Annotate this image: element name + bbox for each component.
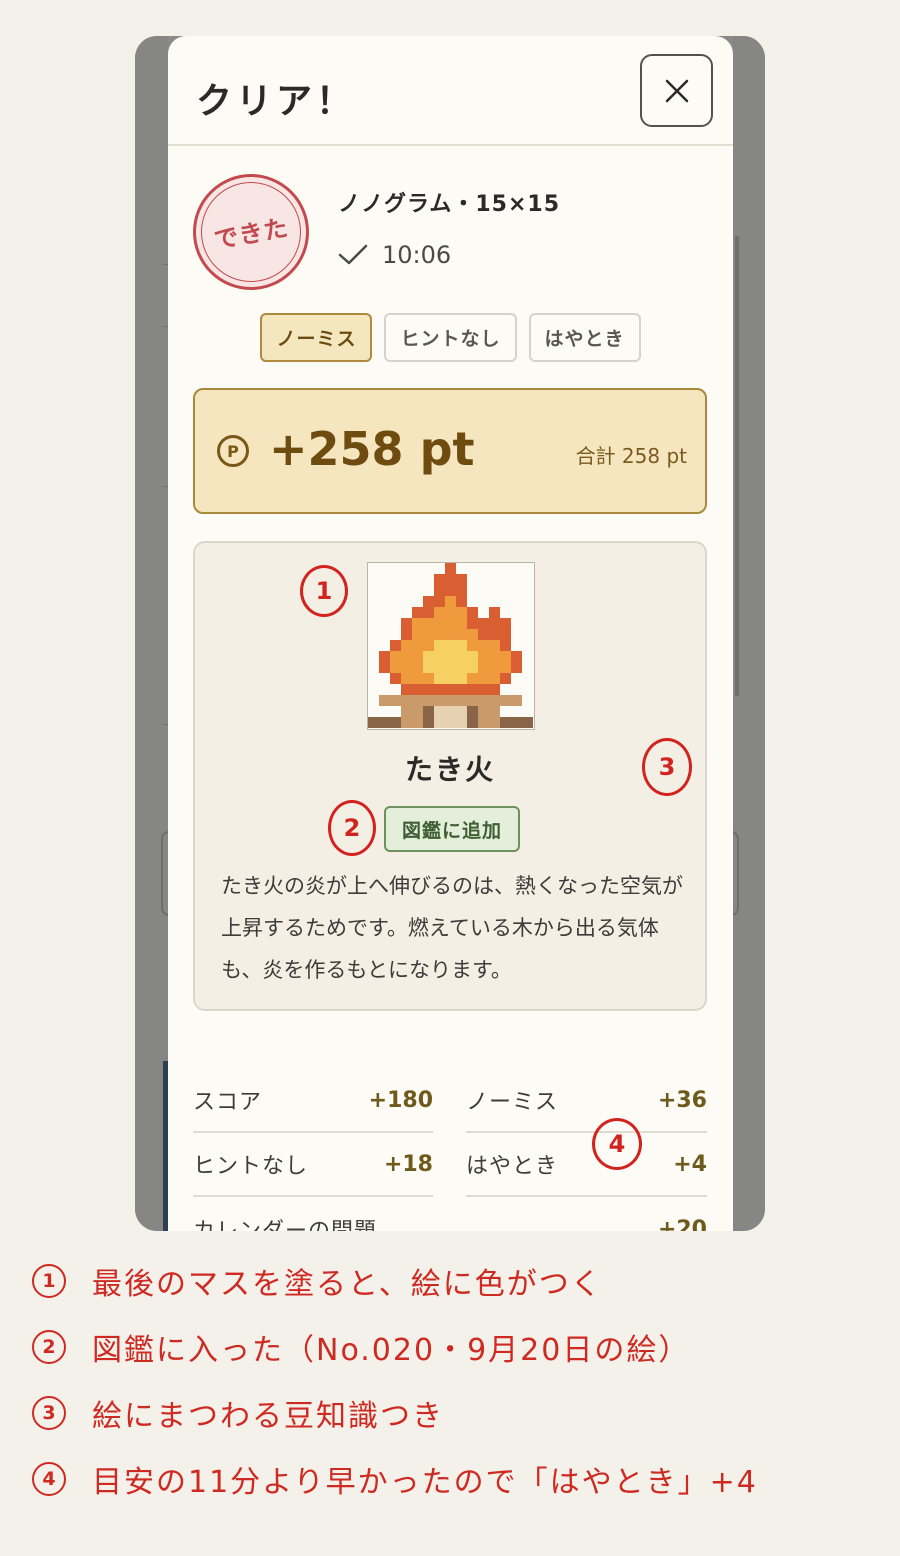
clear-time: 10:06	[338, 241, 451, 269]
score-row: ヒントなし +18	[193, 1133, 433, 1197]
result-modal: クリア！ できた ノノグラム・15×15 10:06 ノーミス ヒントなし はや…	[168, 36, 733, 1231]
trivia-text: たき火の炎が上へ伸びるのは、熱くなった空気が上昇するためです。燃えている木から出…	[221, 874, 683, 982]
note-text: 最後のマスを塗ると、絵に色がつく	[92, 1267, 603, 1302]
header-divider	[168, 144, 733, 146]
score-row-label: ヒントなし	[193, 1154, 309, 1179]
close-icon	[665, 79, 688, 102]
score-row: スコア +180	[193, 1069, 433, 1133]
picture-name: たき火	[404, 753, 495, 786]
stamp-text: できた	[212, 213, 291, 255]
pixel-art-bonfire	[367, 562, 535, 730]
note-number: 1	[32, 1264, 66, 1298]
note-number: 3	[32, 1396, 66, 1430]
score-row: はやとき +4	[466, 1133, 707, 1197]
note-text: 図鑑に入った（No.020・9月20日の絵）	[92, 1333, 691, 1368]
annotation-marker-4: 4	[592, 1118, 642, 1170]
score-row: ノーミス +36	[466, 1069, 707, 1133]
points-total: 合計 258 pt	[575, 444, 687, 468]
points-gained: +258 pt	[269, 422, 475, 476]
score-row-label: ノーミス	[466, 1090, 559, 1115]
note-number: 2	[32, 1330, 66, 1364]
time-value: 10:06	[382, 241, 452, 269]
done-stamp: できた	[193, 174, 309, 290]
score-row-label: カレンダーの問題	[193, 1213, 377, 1231]
annotation-marker-2: 2	[328, 800, 376, 856]
annotation-note: 1 最後のマスを塗ると、絵に色がつく	[32, 1259, 603, 1303]
background-scroll-track	[735, 236, 739, 696]
score-row-value: +20	[657, 1216, 707, 1232]
badge-speed: はやとき	[528, 313, 641, 362]
points-panel: P +258 pt 合計 258 pt	[193, 388, 707, 514]
check-icon	[338, 244, 368, 265]
note-text: 目安の11分より早かったので「はやとき」+4	[92, 1465, 758, 1500]
note-text: 絵にまつわる豆知識つき	[92, 1399, 444, 1434]
annotation-note: 2 図鑑に入った（No.020・9月20日の絵）	[32, 1325, 690, 1369]
puzzle-name: ノノグラム・15×15	[338, 192, 561, 217]
badge-no-hint: ヒントなし	[384, 313, 517, 362]
annotation-note: 4 目安の11分より早かったので「はやとき」+4	[32, 1457, 758, 1501]
points-coin-icon: P	[217, 435, 249, 467]
annotation-marker-3: 3	[642, 738, 692, 796]
score-row: カレンダーの問題 +20	[193, 1197, 707, 1232]
picture-card: たき火 図鑑に追加 たき火の炎が上へ伸びるのは、熱くなった空気が上昇するためです…	[193, 541, 707, 1011]
score-row-label: はやとき	[466, 1154, 559, 1179]
background-panel-left	[135, 36, 168, 1231]
badge-no-miss: ノーミス	[260, 313, 373, 362]
annotation-marker-1: 1	[300, 565, 348, 617]
score-row-value: +180	[368, 1087, 433, 1113]
score-row-value: +4	[673, 1151, 707, 1177]
modal-title: クリア！	[196, 80, 357, 122]
achievement-badges: ノーミス ヒントなし はやとき	[168, 313, 733, 362]
bonfire-pixel-icon	[368, 563, 533, 728]
score-row-value: +18	[383, 1151, 433, 1177]
score-row-label: スコア	[193, 1090, 263, 1115]
note-number: 4	[32, 1462, 66, 1496]
added-to-collection-tag: 図鑑に追加	[384, 806, 520, 852]
close-button[interactable]	[640, 54, 713, 127]
annotation-note: 3 絵にまつわる豆知識つき	[32, 1391, 444, 1435]
score-row-value: +36	[657, 1087, 707, 1113]
